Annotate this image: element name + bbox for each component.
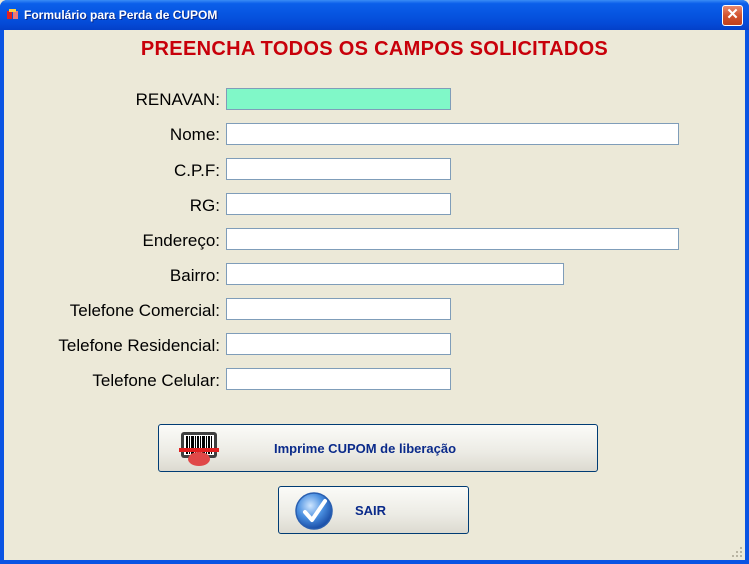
telefone-residencial-label: Telefone Residencial: [58, 336, 220, 355]
bairro-label: Bairro: [169, 266, 220, 285]
rg-label: RG: [189, 196, 220, 215]
exit-label: SAIR [355, 503, 387, 518]
print-coupon-button[interactable]: Imprime CUPOM de liberação [158, 424, 598, 472]
endereco-field[interactable] [226, 228, 679, 250]
barcode-scanner-icon [179, 432, 219, 466]
cpf-field[interactable] [226, 158, 451, 180]
rg-field[interactable] [226, 193, 451, 215]
renavan-label: RENAVAN: [135, 90, 220, 109]
telefone-comercial-label: Telefone Comercial: [69, 301, 220, 320]
telefone-celular-label: Telefone Celular: [92, 371, 220, 390]
close-button[interactable]: ✕ [722, 5, 743, 26]
telefone-celular-field[interactable] [226, 368, 451, 390]
checkmark-icon [295, 492, 333, 530]
window: Formulário para Perda de CUPOM ✕ PREENCH… [0, 0, 749, 564]
bairro-field[interactable] [226, 263, 564, 285]
window-title: Formulário para Perda de CUPOM [24, 8, 218, 22]
nome-label: Nome: [169, 125, 220, 144]
app-icon [7, 9, 18, 19]
cpf-label: C.P.F: [174, 161, 220, 180]
resize-grip-icon[interactable] [731, 546, 743, 558]
print-coupon-label: Imprime CUPOM de liberação [274, 441, 457, 456]
form-panel: PREENCHA TODOS OS CAMPOS SOLICITADOS REN… [4, 30, 745, 560]
telefone-residencial-field[interactable] [226, 333, 451, 355]
renavan-field[interactable] [226, 88, 451, 110]
title-bar[interactable]: Formulário para Perda de CUPOM ✕ [0, 0, 749, 30]
form-heading: PREENCHA TODOS OS CAMPOS SOLICITADOS [140, 38, 609, 60]
telefone-comercial-field[interactable] [226, 298, 451, 320]
exit-button[interactable]: SAIR [278, 486, 469, 534]
nome-field[interactable] [226, 123, 679, 145]
endereco-label: Endereço: [142, 231, 221, 250]
